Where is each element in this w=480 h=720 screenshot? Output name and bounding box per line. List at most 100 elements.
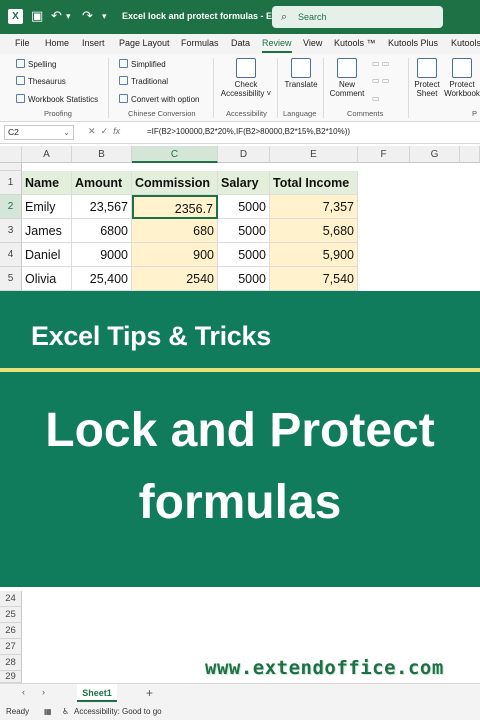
window-title: Excel lock and protect formulas - E... [122, 11, 280, 21]
search-box[interactable]: ⌕ Search [272, 6, 443, 28]
spelling-button[interactable]: Spelling [16, 59, 56, 69]
row-header-5[interactable]: 5 [0, 267, 22, 291]
select-all-corner[interactable] [0, 146, 22, 163]
row-header-4[interactable]: 4 [0, 243, 22, 267]
accessibility-icon [236, 58, 256, 78]
undo-dropdown-icon[interactable]: ▾ [66, 11, 71, 22]
enter-icon[interactable]: ✓ [101, 126, 109, 136]
name-box[interactable]: C2 ⌄ [4, 125, 74, 140]
column-header-d[interactable]: D [218, 146, 270, 163]
cell-c4[interactable]: 900 [132, 243, 218, 267]
banner-title-line-1: Lock and Protect [45, 404, 435, 457]
title-bar: X ▣ ↶ ▾ ↷ ▾ Excel lock and protect formu… [0, 0, 480, 34]
cell-c3[interactable]: 680 [132, 219, 218, 243]
protect-workbook-button[interactable]: Protect Workbook [444, 58, 480, 98]
column-header-c[interactable]: C [132, 146, 218, 163]
add-sheet-icon[interactable]: + [146, 686, 153, 700]
traditional-icon [119, 76, 128, 85]
tab-page-layout[interactable]: Page Layout [119, 38, 170, 48]
watermark-url: www.extendoffice.com [205, 657, 444, 679]
save-icon[interactable]: ▣ [31, 8, 43, 24]
cell-d5[interactable]: 5000 [218, 267, 270, 291]
column-header-a[interactable]: A [22, 146, 72, 163]
row-header-25[interactable]: 25 [0, 607, 22, 623]
redo-icon[interactable]: ↷ [82, 8, 93, 24]
macro-icon[interactable]: ▦ [44, 707, 52, 716]
ribbon-separator [323, 58, 324, 118]
customize-toolbar-icon[interactable]: ▾ [102, 11, 107, 22]
traditional-button[interactable]: Traditional [119, 76, 168, 86]
ribbon-separator [213, 58, 214, 118]
cell-a2[interactable]: Emily [22, 195, 72, 219]
delete-comment-icon[interactable]: ▭ ▭ [372, 59, 389, 68]
chevron-right-icon[interactable]: › [42, 687, 45, 697]
cell-a3[interactable]: James [22, 219, 72, 243]
cell-c2[interactable]: 2356.7 [132, 195, 218, 219]
tab-data[interactable]: Data [231, 38, 250, 48]
convert-with-option-button[interactable]: Convert with option [119, 94, 199, 104]
accessibility-status[interactable]: Accessibility: Good to go [74, 707, 162, 716]
group-label-accessibility: Accessibility [226, 109, 267, 118]
cell-e2[interactable]: 7,357 [270, 195, 358, 219]
cell-d2[interactable]: 5000 [218, 195, 270, 219]
spelling-icon [16, 59, 25, 68]
translate-button[interactable]: Translate [281, 58, 321, 89]
column-header-e[interactable]: E [270, 146, 358, 163]
cancel-icon[interactable]: ✕ [88, 126, 96, 136]
cell-e5[interactable]: 7,540 [270, 267, 358, 291]
chevron-left-icon[interactable]: ‹ [22, 687, 25, 697]
simplified-button[interactable]: Simplified [119, 59, 166, 69]
row-header-28[interactable]: 28 [0, 655, 22, 671]
cell-e1[interactable]: Total Income [270, 171, 358, 195]
column-header-f[interactable]: F [358, 146, 410, 163]
tab-view[interactable]: View [303, 38, 322, 48]
new-comment-button[interactable]: New Comment [327, 58, 367, 98]
previous-comment-icon[interactable]: ▭ ▭ [372, 76, 389, 85]
thesaurus-button[interactable]: Thesaurus [16, 76, 66, 86]
cell-b5[interactable]: 25,400 [72, 267, 132, 291]
cell-b2[interactable]: 23,567 [72, 195, 132, 219]
excel-app-icon: X [8, 9, 23, 24]
cell-c1[interactable]: Commission [132, 171, 218, 195]
row-header-3[interactable]: 3 [0, 219, 22, 243]
row-header-29[interactable]: 29 [0, 671, 22, 683]
cell-d1[interactable]: Salary [218, 171, 270, 195]
protect-sheet-button[interactable]: Protect Sheet [411, 58, 443, 98]
cell-d3[interactable]: 5000 [218, 219, 270, 243]
cell-b4[interactable]: 9000 [72, 243, 132, 267]
insert-function-icon[interactable]: fx [113, 126, 120, 136]
cell-b1[interactable]: Amount [72, 171, 132, 195]
tab-review[interactable]: Review [262, 38, 292, 53]
new-comment-icon [337, 58, 357, 78]
tab-kutools-more[interactable]: Kutools [451, 38, 480, 48]
formula-input[interactable]: =IF(B2>100000,B2*20%,IF(B2>80000,B2*15%,… [147, 127, 350, 136]
row-header-2[interactable]: 2 [0, 195, 22, 219]
column-header-g[interactable]: G [410, 146, 460, 163]
convert-icon [119, 94, 128, 103]
cell-b3[interactable]: 6800 [72, 219, 132, 243]
cell-d4[interactable]: 5000 [218, 243, 270, 267]
tab-kutools[interactable]: Kutools ™ [334, 38, 376, 48]
tab-insert[interactable]: Insert [82, 38, 105, 48]
tab-home[interactable]: Home [45, 38, 69, 48]
undo-icon[interactable]: ↶ [51, 8, 62, 24]
cell-c5[interactable]: 2540 [132, 267, 218, 291]
cell-e4[interactable]: 5,900 [270, 243, 358, 267]
sheet-tab-sheet1[interactable]: Sheet1 [77, 684, 117, 702]
tab-file[interactable]: File [15, 38, 30, 48]
tab-formulas[interactable]: Formulas [181, 38, 219, 48]
cell-e3[interactable]: 5,680 [270, 219, 358, 243]
search-placeholder: Search [298, 12, 327, 22]
row-header-26[interactable]: 26 [0, 623, 22, 639]
show-comments-icon[interactable]: ▭ [372, 94, 380, 103]
cell-a4[interactable]: Daniel [22, 243, 72, 267]
row-header-27[interactable]: 27 [0, 639, 22, 655]
cell-a1[interactable]: Name [22, 171, 72, 195]
check-accessibility-button[interactable]: Check Accessibility ˅ [218, 58, 274, 98]
row-header-24[interactable]: 24 [0, 591, 22, 607]
tab-kutools-plus[interactable]: Kutools Plus [388, 38, 438, 48]
column-header-b[interactable]: B [72, 146, 132, 163]
workbook-statistics-button[interactable]: Workbook Statistics [16, 94, 98, 104]
row-header-1[interactable]: 1 [0, 171, 22, 195]
cell-a5[interactable]: Olivia [22, 267, 72, 291]
